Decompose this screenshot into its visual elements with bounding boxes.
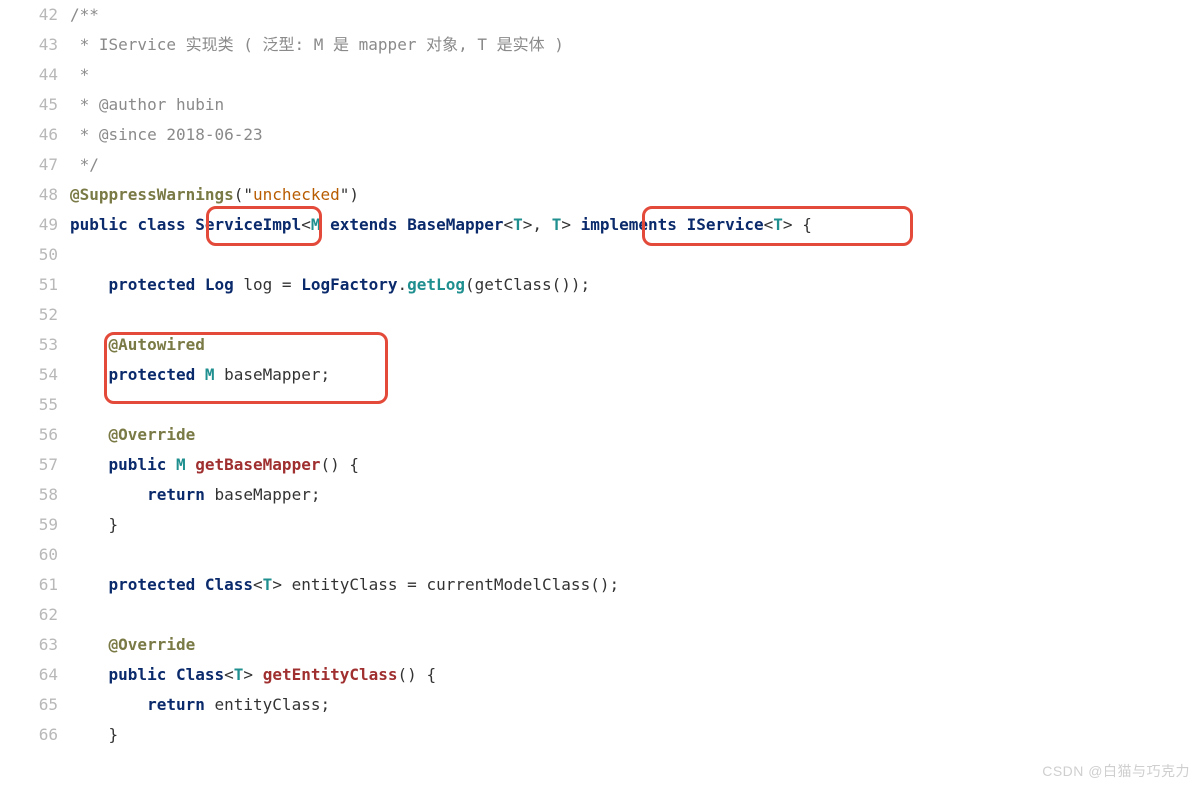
code-content: protected M baseMapper; — [70, 360, 330, 390]
line-number: 53 — [0, 330, 70, 360]
line-number: 56 — [0, 420, 70, 450]
line-number: 61 — [0, 570, 70, 600]
line-number: 48 — [0, 180, 70, 210]
code-line: 55 — [0, 390, 1200, 420]
code-line: 52 — [0, 300, 1200, 330]
code-line: 48@SuppressWarnings("unchecked") — [0, 180, 1200, 210]
line-number: 47 — [0, 150, 70, 180]
code-content: * — [70, 60, 89, 90]
code-line: 59 } — [0, 510, 1200, 540]
line-number: 54 — [0, 360, 70, 390]
code-line: 49public class ServiceImpl<M extends Bas… — [0, 210, 1200, 240]
line-number: 52 — [0, 300, 70, 330]
line-number: 62 — [0, 600, 70, 630]
code-content: * @since 2018-06-23 — [70, 120, 263, 150]
code-editor: 42/**43 * IService 实现类 ( 泛型: M 是 mapper … — [0, 0, 1200, 750]
code-content: @Override — [70, 630, 195, 660]
code-content: @Override — [70, 420, 195, 450]
code-content: return baseMapper; — [70, 480, 320, 510]
line-number: 63 — [0, 630, 70, 660]
line-number: 51 — [0, 270, 70, 300]
code-line: 56 @Override — [0, 420, 1200, 450]
line-number: 44 — [0, 60, 70, 90]
code-line: 43 * IService 实现类 ( 泛型: M 是 mapper 对象, T… — [0, 30, 1200, 60]
code-line: 63 @Override — [0, 630, 1200, 660]
code-line: 62 — [0, 600, 1200, 630]
code-line: 45 * @author hubin — [0, 90, 1200, 120]
watermark: CSDN @白猫与巧克力 — [1042, 761, 1190, 781]
code-line: 61 protected Class<T> entityClass = curr… — [0, 570, 1200, 600]
code-content: @SuppressWarnings("unchecked") — [70, 180, 359, 210]
code-line: 51 protected Log log = LogFactory.getLog… — [0, 270, 1200, 300]
code-content: protected Log log = LogFactory.getLog(ge… — [70, 270, 590, 300]
line-number: 50 — [0, 240, 70, 270]
code-content: } — [70, 510, 118, 540]
code-content: public class ServiceImpl<M extends BaseM… — [70, 210, 812, 240]
code-line: 64 public Class<T> getEntityClass() { — [0, 660, 1200, 690]
line-number: 58 — [0, 480, 70, 510]
line-number: 45 — [0, 90, 70, 120]
line-number: 42 — [0, 0, 70, 30]
line-number: 55 — [0, 390, 70, 420]
code-line: 66 } — [0, 720, 1200, 750]
code-line: 53 @Autowired — [0, 330, 1200, 360]
code-content: return entityClass; — [70, 690, 330, 720]
line-number: 60 — [0, 540, 70, 570]
line-number: 49 — [0, 210, 70, 240]
line-number: 66 — [0, 720, 70, 750]
code-line: 54 protected M baseMapper; — [0, 360, 1200, 390]
line-number: 43 — [0, 30, 70, 60]
code-line: 57 public M getBaseMapper() { — [0, 450, 1200, 480]
line-number: 64 — [0, 660, 70, 690]
code-line: 50 — [0, 240, 1200, 270]
code-line: 44 * — [0, 60, 1200, 90]
code-line: 58 return baseMapper; — [0, 480, 1200, 510]
code-line: 42/** — [0, 0, 1200, 30]
code-line: 46 * @since 2018-06-23 — [0, 120, 1200, 150]
line-number: 59 — [0, 510, 70, 540]
code-content: * IService 实现类 ( 泛型: M 是 mapper 对象, T 是实… — [70, 30, 564, 60]
code-content: * @author hubin — [70, 90, 224, 120]
code-line: 47 */ — [0, 150, 1200, 180]
code-content: @Autowired — [70, 330, 205, 360]
code-content: */ — [70, 150, 99, 180]
code-content: } — [70, 720, 118, 750]
line-number: 57 — [0, 450, 70, 480]
line-number: 65 — [0, 690, 70, 720]
code-content: public M getBaseMapper() { — [70, 450, 359, 480]
line-number: 46 — [0, 120, 70, 150]
code-content: protected Class<T> entityClass = current… — [70, 570, 619, 600]
code-content: /** — [70, 0, 99, 30]
code-content: public Class<T> getEntityClass() { — [70, 660, 436, 690]
code-line: 60 — [0, 540, 1200, 570]
code-line: 65 return entityClass; — [0, 690, 1200, 720]
